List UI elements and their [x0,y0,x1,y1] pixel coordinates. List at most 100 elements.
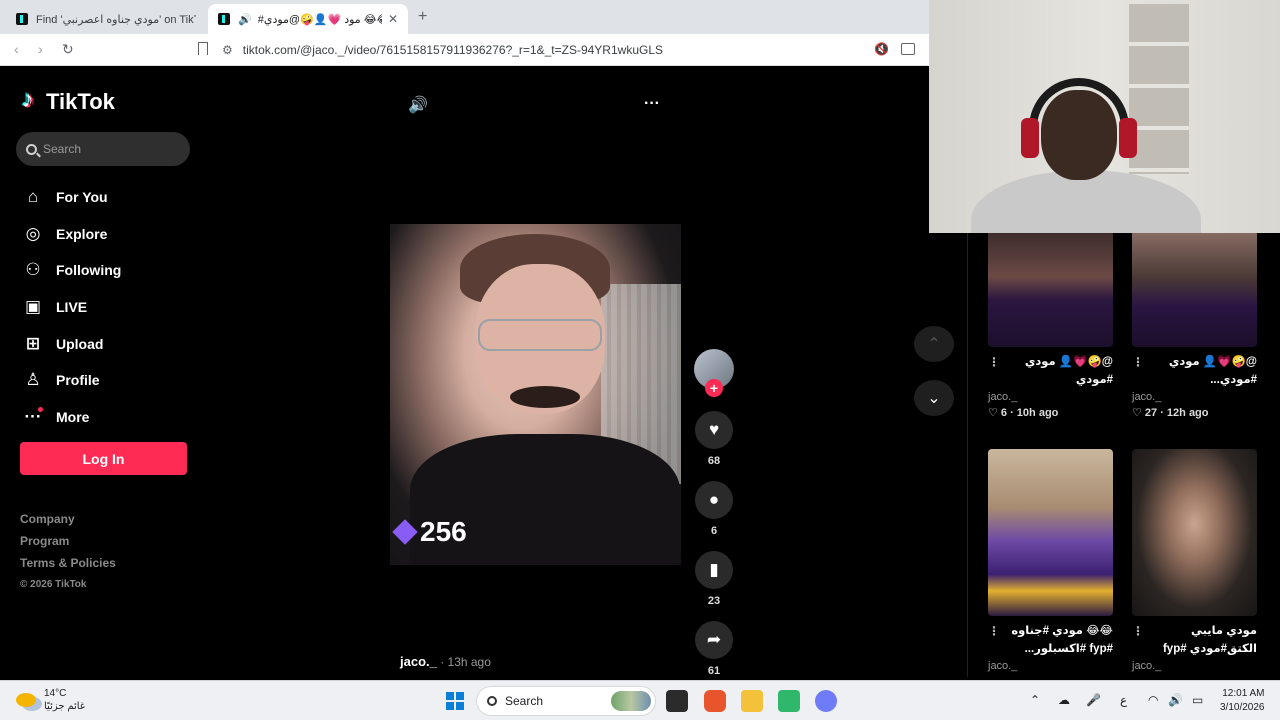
discord-icon[interactable] [815,690,837,712]
video-thumbnail[interactable] [1132,449,1257,616]
forward-icon[interactable]: › [38,41,43,57]
sidebar-item-for-you[interactable]: ⌂ For You [22,179,121,216]
login-button[interactable]: Log In [20,442,187,475]
taskview-icon[interactable] [666,690,688,712]
weather-text: 14°C غائم جزئيًا [44,687,85,713]
comment-action[interactable]: ● 6 [694,481,734,537]
address-bar[interactable]: ⚙ tiktok.com/@jaco._/video/7615158157911… [222,39,922,61]
weather-widget[interactable]: 14°C غائم جزئيًا [16,687,85,713]
chevron-down-icon: ⌄ [927,390,941,407]
speaker-icon[interactable]: 🔊 [238,13,252,26]
clock[interactable]: 12:01 AM 3/10/2026 [1220,687,1265,715]
volume-icon[interactable]: 🔊 [408,95,428,115]
battery-icon[interactable]: ▭ [1192,693,1203,707]
share-action[interactable]: ➦ 61 [694,621,734,677]
weather-icon [16,693,36,707]
profile-icon: ♙ [25,370,41,390]
gift-count: 256 [420,516,467,547]
close-tab-icon[interactable]: ✕ [388,12,398,26]
kebab-menu-icon[interactable]: ⋮ [1132,622,1144,640]
tray-chevron-up-icon[interactable]: ⌃ [1030,693,1040,707]
sidebar: TikTok Search ⌂ For You ◎ Explore ⚇ Foll… [4,67,209,677]
card-username[interactable]: jaco._ [1132,660,1257,672]
share-icon[interactable]: ➦ [695,621,733,659]
sidebar-item-explore[interactable]: ◎ Explore [22,216,121,253]
footer-program-link[interactable]: Program [20,530,116,552]
screen: Find 'مودي جناوه اعصرنبي' on TikTok 🔊 #م… [0,0,1280,720]
video-thumbnail[interactable] [988,449,1113,616]
save-action[interactable]: ▮ 23 [694,551,734,607]
tab-find-tiktok[interactable]: Find 'مودي جناوه اعصرنبي' on TikTok [6,4,206,34]
taskbar-search-label: Search [505,694,544,708]
like-action[interactable]: ♥ 68 [694,411,734,467]
new-tab-button[interactable]: + [418,8,427,26]
search-input[interactable]: Search [16,132,190,166]
card-caption: ⋮ @🤪💗👤 مودي #مودي #راشد_العنزي... [988,353,1113,389]
more-options-icon[interactable]: ··· [644,95,660,113]
sidebar-item-following[interactable]: ⚇ Following [22,252,121,289]
taskbar-search[interactable]: Search [476,686,656,716]
notification-dot [38,406,43,412]
gem-icon [392,519,418,545]
post-time: · 13h ago [436,655,491,669]
footer-company-link[interactable]: Company [20,508,116,530]
tiktok-logo[interactable]: TikTok [22,86,115,115]
video-thumbnail[interactable] [1132,230,1257,347]
tab-title: #مود 💗👤🤪@مودي 😂😂 [257,13,382,26]
related-video-card[interactable]: ⋮مودي مايبي الكتق#مودي #fyp #اكسبلور... … [1132,449,1257,672]
kebab-menu-icon[interactable]: ⋮ [988,353,1000,371]
tab-video-active[interactable]: 🔊 #مود 💗👤🤪@مودي 😂😂 ✕ [208,4,408,34]
volume-icon[interactable]: 🔊 [1168,693,1183,707]
back-icon[interactable]: ‹ [14,41,19,57]
heart-icon[interactable]: ♥ [695,411,733,449]
bookmark-icon[interactable] [198,42,208,55]
compass-icon: ◎ [25,223,41,243]
footer-terms-link[interactable]: Terms & Policies [20,552,116,574]
cast-icon[interactable] [901,43,915,55]
reload-icon[interactable]: ↻ [62,41,74,58]
wifi-icon[interactable]: ◠ [1148,693,1158,707]
save-count: 23 [707,595,721,607]
author-name[interactable]: jaco._ [400,654,437,669]
site-info-icon[interactable]: ⚙ [222,43,233,57]
caption-text: @🤪💗👤 مودي #مودي... [1168,356,1257,386]
author-avatar[interactable]: + [694,349,734,397]
kebab-menu-icon[interactable]: ⋮ [1132,353,1144,371]
sidebar-item-upload[interactable]: ⊞ Upload [22,325,121,362]
footer-copyright: © 2026 TikTok [20,579,87,590]
file-explorer-icon[interactable] [741,690,763,712]
video-player[interactable]: 256 [390,224,681,565]
streamer [971,70,1201,233]
brave-browser-icon[interactable] [704,690,726,712]
bookmark-icon[interactable]: ▮ [695,551,733,589]
sidebar-item-more[interactable]: ··· More [22,399,121,436]
tray-app-icon[interactable]: ☁ [1058,693,1070,707]
card-username[interactable]: jaco._ [988,391,1113,403]
app-icon[interactable] [778,690,800,712]
card-meta: ♡ 27 · 12h ago [1132,407,1209,419]
language-indicator[interactable]: ع [1120,693,1127,707]
search-icon [26,143,37,155]
headset [1029,78,1129,138]
windows-start-icon[interactable] [446,692,464,710]
microphone-icon[interactable]: 🎤 [1086,693,1101,707]
next-video-button[interactable]: ⌄ [914,380,954,416]
like-count: 68 [707,455,721,467]
card-username[interactable]: jaco._ [988,660,1113,672]
sidebar-item-live[interactable]: ▣ LIVE [22,289,121,326]
follow-plus-icon[interactable]: + [705,379,723,397]
kebab-menu-icon[interactable]: ⋮ [988,622,1000,640]
sidebar-item-profile[interactable]: ♙ Profile [22,362,121,399]
tiktok-note-icon [22,86,40,114]
previous-video-button[interactable]: ⌃ [914,326,954,362]
related-video-card[interactable]: ⋮ @🤪💗👤 مودي #مودي... jaco._ ♡ 27 · 12h ag… [1132,230,1257,419]
weather-desc: غائم جزئيًا [44,701,86,712]
mute-icon[interactable]: 🔇 [874,42,889,56]
related-video-card[interactable]: ⋮@🤪💗👤 مودي #مودي #راشد_العنزي... jaco._ … [988,230,1113,419]
video-thumbnail[interactable] [988,230,1113,347]
related-video-card[interactable]: ⋮ 😂😂 مودي #جناوه #fyp #اكسبلور... jaco._ [988,449,1113,672]
live-icon: ▣ [24,297,42,317]
caption-text: 😂😂 مودي #جناوه #fyp #اكسبلور... [1011,625,1113,655]
comment-icon[interactable]: ● [695,481,733,519]
card-username[interactable]: jaco._ [1132,391,1257,403]
